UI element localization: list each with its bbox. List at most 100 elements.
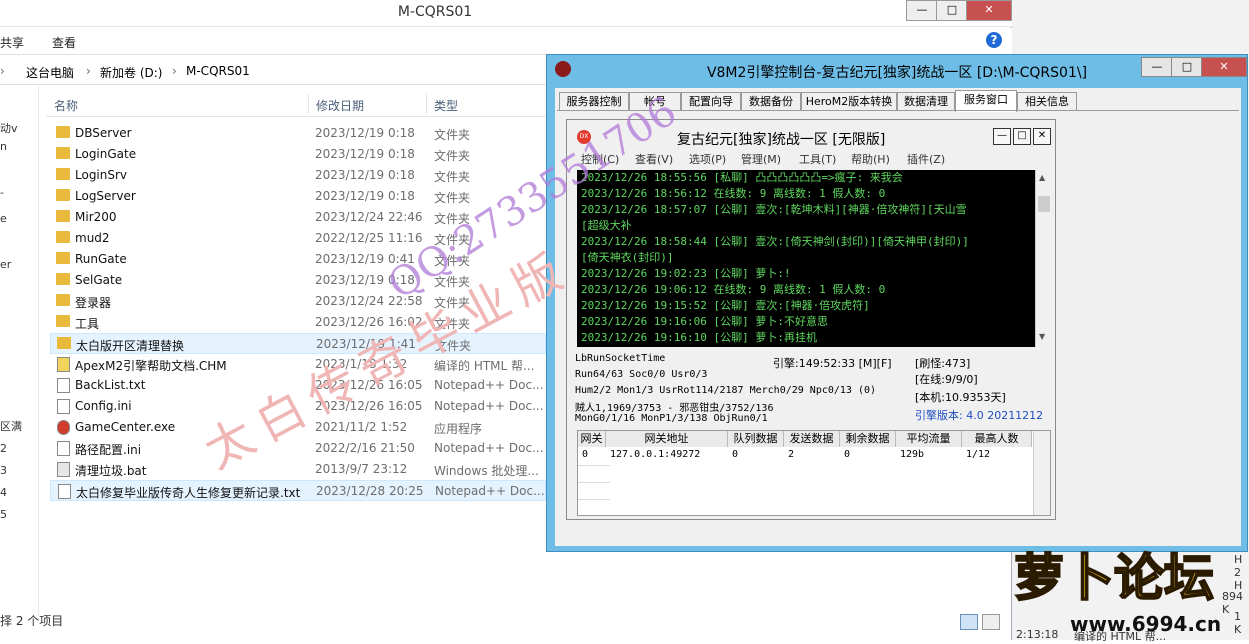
file-row[interactable]: 工具 2023/12/26 16:02 文件夹 (50, 312, 546, 333)
file-type: 文件夹 (434, 191, 471, 205)
breadcrumb-this-pc[interactable]: 这台电脑 (26, 64, 74, 81)
file-date: 2022/12/25 11:16 (315, 231, 423, 245)
file-type: 文件夹 (434, 254, 471, 268)
file-date: 2023/12/26 16:02 (315, 315, 423, 329)
log-line: [超级大补 (581, 219, 632, 232)
column-type[interactable]: 类型 (434, 97, 458, 114)
nav-item[interactable]: 5 (0, 508, 7, 521)
file-row[interactable]: ApexM2引擎帮助文档.CHM 2023/1/18 1:32 编译的 HTML 帮… (50, 354, 546, 375)
menu-manage[interactable]: 管理(M) (741, 151, 781, 167)
breadcrumb-folder[interactable]: M-CQRS01 (186, 64, 250, 78)
tab-config-wizard[interactable]: 配置向导 (681, 92, 741, 111)
nav-item[interactable]: 3 (0, 464, 7, 477)
close-button[interactable]: ✕ (1033, 128, 1051, 145)
ribbon-tab-view[interactable]: 查看 (52, 34, 76, 51)
file-row[interactable]: BackList.txt 2023/12/26 16:05 Notepad++ Do… (50, 375, 546, 396)
grid-cell: 0 (844, 449, 851, 460)
nav-item[interactable]: - (0, 186, 4, 199)
tab-data-cleanup[interactable]: 数据清理 (897, 92, 955, 111)
file-row[interactable]: Mir200 2023/12/24 22:46 文件夹 (50, 207, 546, 228)
file-type: 文件夹 (434, 149, 471, 163)
menu-view[interactable]: 查看(V) (635, 151, 673, 167)
chevron-right-icon: › (172, 64, 177, 78)
minimize-button[interactable]: — (1141, 57, 1173, 77)
tab-server-control[interactable]: 服务器控制 (559, 92, 629, 111)
close-button[interactable]: ✕ (966, 0, 1012, 21)
tiles-view-icon[interactable] (982, 614, 1000, 630)
file-row[interactable]: GameCenter.exe 2021/11/2 1:52 应用程序 (50, 417, 546, 438)
file-row[interactable]: 路径配置.ini 2022/2/16 21:50 Notepad++ Doc... (50, 438, 546, 459)
file-row[interactable]: DBServer 2023/12/19 0:18 文件夹 (50, 123, 546, 144)
nav-item[interactable]: er (0, 258, 11, 271)
log-line: [倚天神衣(封印)] (581, 251, 674, 264)
nav-item[interactable]: 4 (0, 486, 7, 499)
file-row[interactable]: 清理垃圾.bat 2013/9/7 23:12 Windows 批处理... (50, 459, 546, 480)
nav-item[interactable]: n (0, 140, 7, 153)
grid-header[interactable]: 剩余数据 (840, 431, 896, 447)
grid-scrollbar[interactable] (1033, 431, 1050, 515)
minimize-button[interactable]: — (906, 0, 938, 21)
nav-item[interactable]: 区满 (0, 418, 22, 434)
server-log[interactable]: 2023/12/26 18:55:56 [私聊] 凸凸凸凸凸凸=>瘋子: 来我会… (577, 170, 1035, 347)
nav-item[interactable]: e (0, 212, 7, 225)
file-row[interactable]: LoginSrv 2023/12/19 0:18 文件夹 (50, 165, 546, 186)
file-row[interactable]: Config.ini 2023/12/26 16:05 Notepad++ Doc.… (50, 396, 546, 417)
tab-data-backup[interactable]: 数据备份 (741, 92, 801, 111)
file-type: 文件夹 (434, 317, 471, 331)
file-row[interactable]: mud2 2022/12/25 11:16 文件夹 (50, 228, 546, 249)
file-row[interactable]: RunGate 2023/12/19 0:41 文件夹 (50, 249, 546, 270)
file-date: 2023/12/19 0:18 (315, 147, 415, 161)
tab-service-window[interactable]: 服务窗口 (955, 90, 1017, 112)
column-name[interactable]: 名称 (54, 97, 78, 114)
file-date: 2023/12/19 1:41 (316, 337, 416, 351)
scroll-up-icon[interactable]: ▲ (1039, 173, 1045, 182)
maximize-button[interactable]: □ (936, 0, 968, 21)
menu-options[interactable]: 选项(P) (689, 151, 726, 167)
tab-account[interactable]: 帐号 (629, 92, 681, 111)
file-row[interactable]: SelGate 2023/12/19 0:18 文件夹 (50, 270, 546, 291)
menu-help[interactable]: 帮助(H) (851, 151, 890, 167)
file-type: Notepad++ Doc... (435, 484, 545, 498)
menu-tools[interactable]: 工具(T) (799, 151, 836, 167)
grid-header[interactable]: 平均流量 (896, 431, 962, 447)
maximize-button[interactable]: □ (1171, 57, 1203, 77)
gateway-table[interactable]: 网关 网关地址 队列数据 发送数据 剩余数据 平均流量 最高人数 0 127.0.0.1:492… (577, 430, 1051, 516)
grid-header[interactable]: 网关地址 (606, 431, 728, 447)
scroll-thumb[interactable] (1038, 196, 1050, 212)
menu-control[interactable]: 控制(C) (581, 151, 619, 167)
help-icon[interactable]: ? (986, 32, 1002, 48)
ribbon-tab-share[interactable]: 共享 (0, 34, 24, 51)
minimize-button[interactable]: — (993, 128, 1011, 145)
breadcrumb-drive[interactable]: 新加卷 (D:) (100, 64, 162, 81)
grid-header[interactable]: 队列数据 (728, 431, 784, 447)
app-logo-icon (555, 61, 571, 77)
file-row[interactable]: 登录器 2023/12/24 22:58 文件夹 (50, 291, 546, 312)
grid-header[interactable]: 最高人数 (962, 431, 1032, 447)
file-type: Notepad++ Doc... (434, 378, 544, 392)
navigation-pane[interactable]: 动v n - e er 区满 2 3 4 5 (0, 86, 39, 616)
maximize-button[interactable]: □ (1013, 128, 1031, 145)
scroll-down-icon[interactable]: ▼ (1039, 332, 1045, 341)
file-date: 2023/12/28 20:25 (316, 484, 424, 498)
log-scrollbar[interactable]: ▲ ▼ (1035, 170, 1052, 347)
nav-item[interactable]: 动v (0, 120, 18, 136)
console-title: V8M2引擎控制台-复古纪元[独家]统战一区 [D:\M-CQRS01\] (706, 65, 1088, 81)
file-row[interactable]: 太白修复毕业版传奇人生修复更新记录.txt 2023/12/28 20:25 Not… (50, 480, 546, 501)
grid-header[interactable]: 发送数据 (784, 431, 840, 447)
menu-plugins[interactable]: 插件(Z) (907, 151, 945, 167)
tab-herom2-convert[interactable]: HeroM2版本转换 (801, 92, 897, 111)
file-row[interactable]: 太白版开区清理替换 2023/12/19 1:41 文件夹 (50, 333, 546, 354)
tab-related-info[interactable]: 相关信息 (1017, 92, 1077, 111)
status-bar-text: 择 2 个项目 (0, 614, 64, 628)
grid-header[interactable]: 网关 (578, 431, 606, 447)
file-name: 登录器 (75, 296, 112, 310)
file-date: 2023/12/26 16:05 (315, 399, 423, 413)
details-view-icon[interactable] (960, 614, 978, 630)
explorer-title: M-CQRS01 (397, 4, 473, 20)
folder-icon (56, 189, 70, 201)
nav-item[interactable]: 2 (0, 442, 7, 455)
column-date[interactable]: 修改日期 (316, 97, 364, 114)
file-row[interactable]: LogServer 2023/12/19 0:18 文件夹 (50, 186, 546, 207)
file-row[interactable]: LoginGate 2023/12/19 0:18 文件夹 (50, 144, 546, 165)
close-button[interactable]: ✕ (1201, 57, 1247, 77)
